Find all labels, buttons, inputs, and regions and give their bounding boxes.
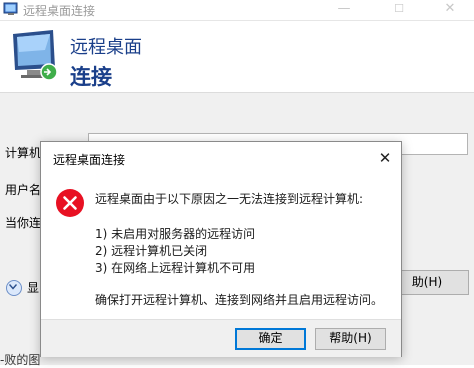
error-reason-2: 2) 远程计算机已关闭 xyxy=(95,244,208,258)
dialog-footer: 确定 帮助(H) xyxy=(41,319,401,357)
parent-titlebar: 远程桌面连接 — ☐ ✕ xyxy=(0,0,474,21)
monitor-icon xyxy=(13,30,58,81)
close-button[interactable]: ✕ xyxy=(428,0,472,20)
dialog-title: 远程桌面连接 xyxy=(53,153,126,167)
banner-title-connection: 连接 xyxy=(70,65,112,89)
dialog-content: 远程桌面由于以下原因之一无法连接到远程计算机: 1) 未启用对服务器的远程访问 … xyxy=(41,174,401,319)
remote-desktop-icon xyxy=(3,2,18,15)
dialog-titlebar: 远程桌面连接 ✕ xyxy=(41,142,401,174)
maximize-button[interactable]: ☐ xyxy=(377,0,421,20)
show-options-label: 显 xyxy=(27,281,40,295)
error-icon xyxy=(56,189,84,217)
error-message-headline: 远程桌面由于以下原因之一无法连接到远程计算机: xyxy=(95,192,364,206)
error-dialog: 远程桌面连接 ✕ 远程桌面由于以下原因之一无法连接到远程计算机: 1) 未启用对… xyxy=(40,141,402,357)
dialog-close-button[interactable]: ✕ xyxy=(374,147,396,169)
username-label: 用户名 xyxy=(5,183,42,197)
chevron-down-icon xyxy=(6,279,22,296)
show-options-toggle[interactable]: 显 xyxy=(6,279,39,296)
bottom-text-fragment: -败的图 xyxy=(0,353,41,367)
ok-button[interactable]: 确定 xyxy=(235,328,306,350)
parent-window-title: 远程桌面连接 xyxy=(23,4,96,18)
error-reason-1: 1) 未启用对服务器的远程访问 xyxy=(95,227,256,241)
connect-hint-label: 当你连 xyxy=(5,216,42,230)
error-reason-3: 3) 在网络上远程计算机不可用 xyxy=(95,261,256,275)
computer-label: 计算机 xyxy=(5,146,42,160)
error-advice: 确保打开远程计算机、连接到网络并且启用远程访问。 xyxy=(95,293,384,307)
parent-banner: 远程桌面 连接 xyxy=(0,21,474,91)
minimize-button[interactable]: — xyxy=(322,0,366,20)
banner-title-remote-desktop: 远程桌面 xyxy=(70,37,142,58)
help-button[interactable]: 帮助(H) xyxy=(315,328,386,350)
